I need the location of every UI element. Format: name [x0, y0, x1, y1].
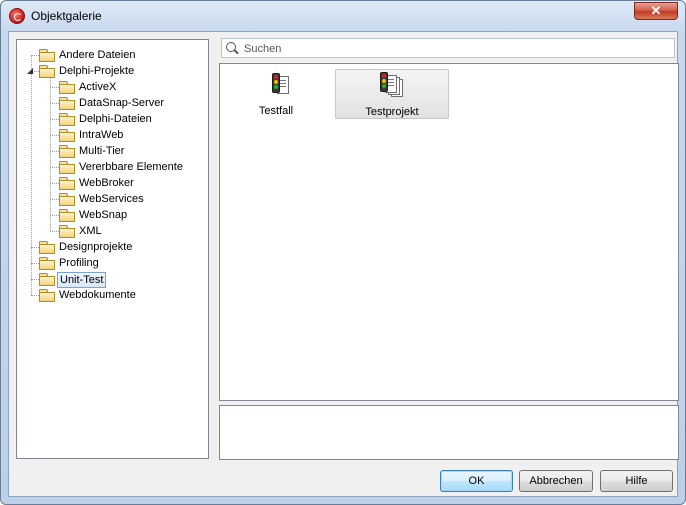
folder-icon — [39, 49, 55, 62]
tree-connector-line — [50, 77, 51, 231]
gallery-item-label: Testfall — [258, 105, 294, 117]
tree-item-label: Unit-Test — [57, 272, 107, 288]
folder-icon — [59, 225, 75, 238]
title-bar[interactable]: Objektgalerie ✕ — [1, 1, 685, 31]
tree-connector-line — [31, 55, 32, 295]
tree-connector-line — [31, 55, 39, 56]
folder-icon — [59, 97, 75, 110]
tree-item-label: Designprojekte — [59, 241, 133, 253]
folder-icon — [39, 273, 55, 286]
tree-connector-line — [50, 231, 59, 232]
traffic-light-documents-icon — [380, 72, 406, 102]
tree-connector-line — [50, 183, 59, 184]
tree-item-label: WebSnap — [79, 209, 128, 221]
search-input[interactable] — [242, 41, 666, 57]
tree-item-label: Delphi-Dateien — [79, 113, 152, 125]
help-button[interactable]: Hilfe — [600, 470, 673, 492]
tree-item-label: WebServices — [79, 193, 144, 205]
tree-connector-line — [50, 215, 59, 216]
cancel-button[interactable]: Abbrechen — [519, 470, 593, 492]
search-box[interactable] — [221, 38, 675, 58]
folder-icon — [59, 113, 75, 126]
tree-connector-line — [31, 247, 39, 248]
folder-icon — [39, 257, 55, 270]
tree-connector-line — [50, 119, 59, 120]
tree-item-label: ActiveX — [79, 81, 117, 93]
folder-icon — [59, 193, 75, 206]
tree-item-label: IntraWeb — [79, 129, 124, 141]
category-tree[interactable]: Andere Dateien ◢ Delphi-Projekte ActiveX Dat… — [16, 39, 209, 459]
tree-connector-line — [31, 295, 39, 296]
gallery-items-view[interactable]: Testfall Testprojekt — [219, 63, 679, 401]
tree-item-label: WebBroker — [79, 177, 134, 189]
folder-icon — [39, 241, 55, 254]
ok-button[interactable]: OK — [440, 470, 513, 492]
tree-item-label: DataSnap-Server — [79, 97, 164, 109]
tree-connector-line — [31, 279, 39, 280]
dialog-window: Objektgalerie ✕ Andere Dateien ◢ Delphi-Pr… — [0, 0, 686, 505]
tree-item-label: Delphi-Projekte — [59, 65, 135, 77]
tree-item-label: Vererbbare Elemente — [79, 161, 183, 173]
description-panel — [219, 405, 679, 460]
folder-icon — [39, 65, 55, 78]
folder-icon — [59, 209, 75, 222]
tree-item-label: Andere Dateien — [59, 49, 136, 61]
tree-connector-line — [50, 151, 59, 152]
search-icon — [226, 42, 236, 52]
tree-connector-line — [50, 87, 59, 88]
close-button[interactable]: ✕ — [634, 2, 678, 20]
gallery-item-label: Testprojekt — [365, 106, 419, 118]
tree-item-label: Webdokumente — [59, 289, 136, 301]
folder-icon — [59, 177, 75, 190]
gallery-item-testprojekt[interactable]: Testprojekt — [335, 69, 449, 119]
tree-item-label: Multi-Tier — [79, 145, 125, 157]
expand-toggle-icon[interactable]: ◢ — [27, 67, 33, 75]
app-icon — [9, 8, 25, 24]
tree-item-label: XML — [79, 225, 102, 237]
folder-icon — [59, 81, 75, 94]
tree-connector-line — [31, 263, 39, 264]
folder-icon — [39, 289, 55, 302]
dialog-client-area: Andere Dateien ◢ Delphi-Projekte ActiveX Dat… — [8, 31, 679, 497]
tree-connector-line — [50, 199, 59, 200]
folder-icon — [59, 129, 75, 142]
traffic-light-icon — [272, 73, 292, 99]
window-title: Objektgalerie — [31, 9, 102, 23]
folder-icon — [59, 161, 75, 174]
tree-connector-line — [50, 103, 59, 104]
tree-connector-line — [50, 135, 59, 136]
tree-connector-line — [50, 167, 59, 168]
gallery-item-testfall[interactable]: Testfall — [228, 69, 324, 119]
folder-icon — [59, 145, 75, 158]
tree-item-label: Profiling — [59, 257, 99, 269]
